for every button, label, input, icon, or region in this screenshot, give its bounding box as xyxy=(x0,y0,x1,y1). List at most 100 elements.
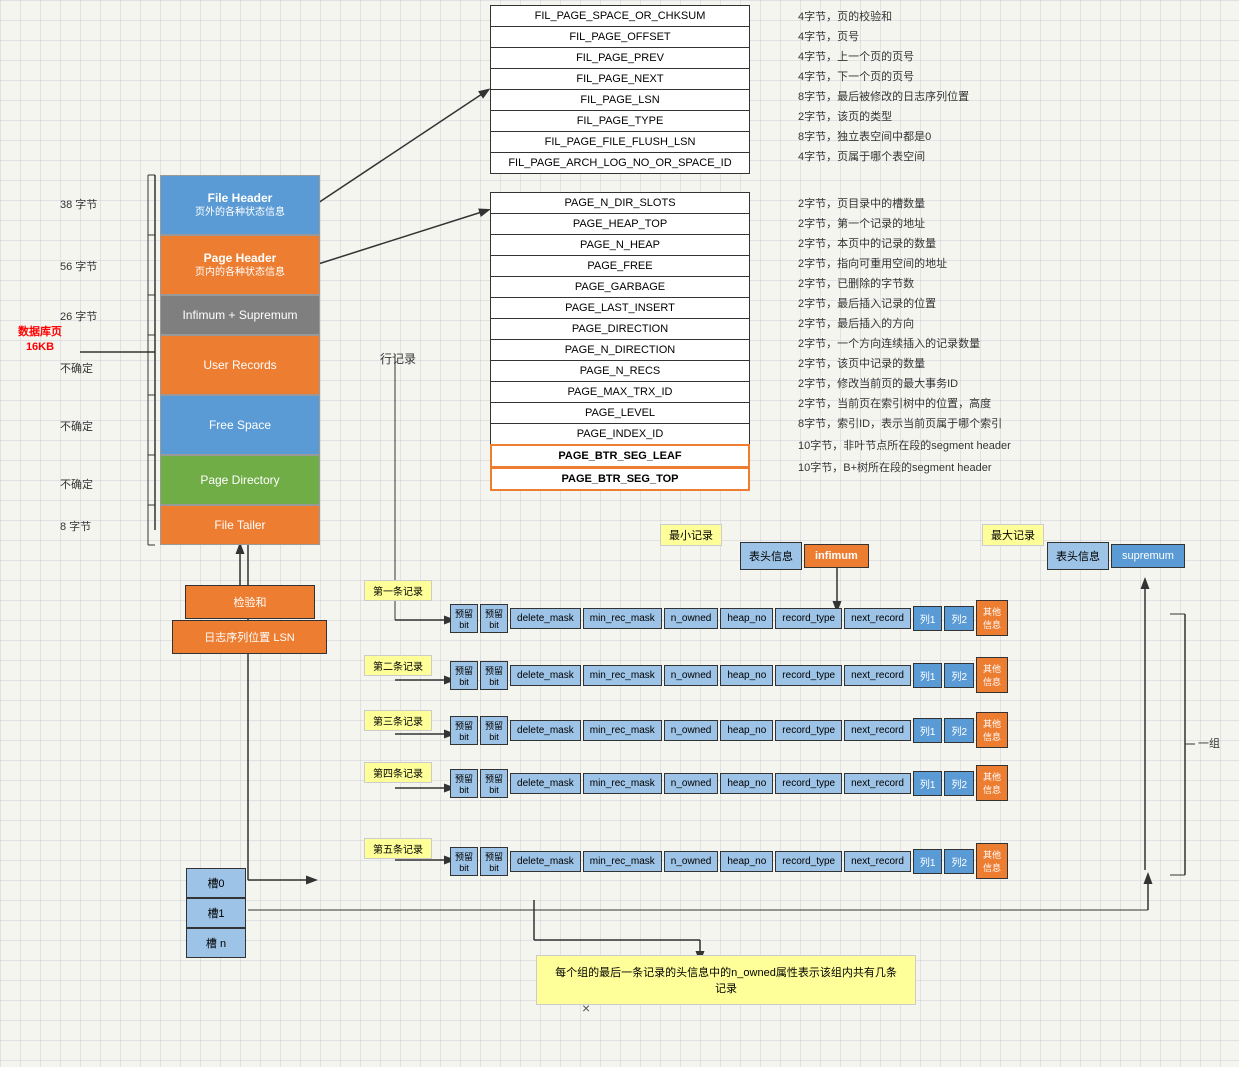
block-file-tailer: File Tailer xyxy=(160,505,320,545)
desc-ph-13: 10字节，B+树所在段的segment header xyxy=(798,459,992,475)
record4-label-wrapper: 第四条记录 xyxy=(364,762,432,783)
block-free-space: Free Space xyxy=(160,395,320,455)
desc-fh-3: 4字节，下一个页的页号 xyxy=(798,68,914,84)
slot0-box: 槽0 xyxy=(186,868,246,898)
ph-field-10: PAGE_LEVEL xyxy=(490,402,750,424)
r3-c7: next_record xyxy=(844,720,911,741)
label-8: 8 字节 xyxy=(60,518,91,534)
r3-c10: 其他 信息 xyxy=(976,712,1008,748)
record3-label: 第三条记录 xyxy=(364,710,432,731)
min-record-label: 最小记录 xyxy=(660,524,722,546)
fh-field-3: FIL_PAGE_NEXT xyxy=(490,68,750,90)
label-uncertain2: 不确定 xyxy=(60,418,93,434)
checksum-box: 检验和 xyxy=(185,585,315,619)
desc-ph-6: 2字节，最后插入的方向 xyxy=(798,315,914,331)
r5-c5: heap_no xyxy=(720,851,773,872)
record1-label: 第一条记录 xyxy=(364,580,432,601)
r2-c6: record_type xyxy=(775,665,842,686)
record1-row: 预留 bit 预留 bit delete_mask min_rec_mask n… xyxy=(450,600,1008,636)
r1-c4: n_owned xyxy=(664,608,719,629)
lsn-box: 日志序列位置 LSN xyxy=(172,620,327,654)
ph-field-3: PAGE_FREE xyxy=(490,255,750,277)
r4-c6: record_type xyxy=(775,773,842,794)
r2-c5: heap_no xyxy=(720,665,773,686)
slotn-box: 槽 n xyxy=(186,928,246,958)
infimum-box: 表头信息 infimum xyxy=(740,542,869,570)
r1-c8: 列1 xyxy=(913,606,943,631)
supremum-box: 表头信息 supremum xyxy=(1047,542,1185,570)
label-38: 38 字节 xyxy=(60,196,97,212)
block-user-records: User Records xyxy=(160,335,320,395)
r1-c6: record_type xyxy=(775,608,842,629)
r2-c4: n_owned xyxy=(664,665,719,686)
record1-label-wrapper: 第一条记录 xyxy=(364,580,432,601)
ph-field-13: PAGE_BTR_SEG_TOP xyxy=(490,467,750,491)
infimum-header: 表头信息 xyxy=(740,542,802,570)
desc-ph-10: 2字节，当前页在索引树中的位置，高度 xyxy=(798,395,991,411)
row-record-label: 行记录 xyxy=(380,350,416,367)
desc-fh-7: 4字节，页属于哪个表空间 xyxy=(798,148,925,164)
r4-c0: 预留 bit xyxy=(450,769,478,798)
desc-ph-12: 10字节，非叶节点所在段的segment header xyxy=(798,437,1011,453)
record4-label: 第四条记录 xyxy=(364,762,432,783)
page-structure: File Header 页外的各种状态信息 Page Header 页内的各种状… xyxy=(160,175,320,545)
r4-c3: min_rec_mask xyxy=(583,773,662,794)
r2-c8: 列1 xyxy=(913,663,943,688)
max-record-label: 最大记录 xyxy=(982,524,1044,546)
label-56: 56 字节 xyxy=(60,258,97,274)
desc-ph-5: 2字节，最后插入记录的位置 xyxy=(798,295,936,311)
r4-c7: next_record xyxy=(844,773,911,794)
label-uncertain3: 不确定 xyxy=(60,476,93,492)
r1-c2: delete_mask xyxy=(510,608,581,629)
r3-c0: 预留 bit xyxy=(450,716,478,745)
fh-field-1: FIL_PAGE_OFFSET xyxy=(490,26,750,48)
record5-row: 预留 bit 预留 bit delete_mask min_rec_mask n… xyxy=(450,843,1008,879)
min-record-label-wrapper: 最小记录 xyxy=(660,524,722,546)
fh-field-7: FIL_PAGE_ARCH_LOG_NO_OR_SPACE_ID xyxy=(490,152,750,174)
desc-fh-4: 8字节，最后被修改的日志序列位置 xyxy=(798,88,969,104)
record4-row: 预留 bit 预留 bit delete_mask min_rec_mask n… xyxy=(450,765,1008,801)
r4-c4: n_owned xyxy=(664,773,719,794)
r3-c1: 预留 bit xyxy=(480,716,508,745)
desc-fh-5: 2字节，该页的类型 xyxy=(798,108,892,124)
ph-field-7: PAGE_N_DIRECTION xyxy=(490,339,750,361)
desc-ph-1: 2字节，第一个记录的地址 xyxy=(798,215,925,231)
infimum-label: infimum xyxy=(804,544,869,568)
ph-field-11: PAGE_INDEX_ID xyxy=(490,423,750,445)
slot1-box: 槽1 xyxy=(186,898,246,928)
supremum-label: supremum xyxy=(1111,544,1185,568)
r5-c2: delete_mask xyxy=(510,851,581,872)
desc-ph-11: 8字节，索引ID，表示当前页属于哪个索引 xyxy=(798,415,1002,431)
group-note: 每个组的最后一条记录的头信息中的n_owned属性表示该组内共有几条记录 xyxy=(536,955,916,1005)
r3-c2: delete_mask xyxy=(510,720,581,741)
record2-row: 预留 bit 预留 bit delete_mask min_rec_mask n… xyxy=(450,657,1008,693)
ph-field-0: PAGE_N_DIR_SLOTS xyxy=(490,192,750,214)
r3-c6: record_type xyxy=(775,720,842,741)
ph-fields: PAGE_N_DIR_SLOTS PAGE_HEAP_TOP PAGE_N_HE… xyxy=(490,192,750,490)
r4-c9: 列2 xyxy=(944,771,974,796)
label-26: 26 字节 xyxy=(60,308,97,324)
group-label: 一组 xyxy=(1198,735,1220,751)
r2-c1: 预留 bit xyxy=(480,661,508,690)
db-page-label: 数据库页 16KB xyxy=(18,325,62,356)
r5-c4: n_owned xyxy=(664,851,719,872)
ph-field-4: PAGE_GARBAGE xyxy=(490,276,750,298)
r5-c9: 列2 xyxy=(944,849,974,874)
ph-field-2: PAGE_N_HEAP xyxy=(490,234,750,256)
r5-c6: record_type xyxy=(775,851,842,872)
fh-field-2: FIL_PAGE_PREV xyxy=(490,47,750,69)
record3-label-wrapper: 第三条记录 xyxy=(364,710,432,731)
block-page-dir: Page Directory xyxy=(160,455,320,505)
record2-label: 第二条记录 xyxy=(364,655,432,676)
r4-c1: 预留 bit xyxy=(480,769,508,798)
ph-field-12: PAGE_BTR_SEG_LEAF xyxy=(490,444,750,468)
desc-fh-2: 4字节，上一个页的页号 xyxy=(798,48,914,64)
r2-c9: 列2 xyxy=(944,663,974,688)
r5-c8: 列1 xyxy=(913,849,943,874)
record5-label-wrapper: 第五条记录 xyxy=(364,838,432,859)
fh-field-4: FIL_PAGE_LSN xyxy=(490,89,750,111)
desc-ph-7: 2字节，一个方向连续插入的记录数量 xyxy=(798,335,980,351)
block-infimum: Infimum + Supremum xyxy=(160,295,320,335)
r5-c3: min_rec_mask xyxy=(583,851,662,872)
r4-c5: heap_no xyxy=(720,773,773,794)
